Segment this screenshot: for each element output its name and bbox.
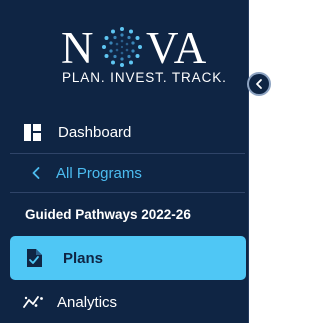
divider [10, 192, 245, 193]
sidebar: N VA PLAN. INVEST. TRACK. Dashboard All … [0, 0, 249, 323]
nova-logo[interactable]: N VA PLAN. INVEST. TRACK. [0, 26, 249, 88]
sidebar-item-label: Plans [63, 249, 104, 267]
logo-letter-n: N [61, 23, 95, 73]
dashboard-icon [24, 123, 41, 141]
all-programs-label: All Programs [56, 164, 142, 182]
sidebar-item-dashboard[interactable]: Dashboard [0, 114, 249, 150]
divider [10, 153, 245, 154]
program-title: Guided Pathways 2022-26 [25, 207, 191, 222]
all-programs-link[interactable]: All Programs [0, 158, 249, 188]
chevron-left-icon [32, 167, 40, 179]
logo-wordmark: N VA [0, 23, 249, 73]
analytics-icon [23, 296, 43, 308]
sidebar-item-plans[interactable]: Plans [10, 236, 246, 280]
logo-dotted-o-icon [102, 27, 142, 67]
document-check-icon [27, 249, 42, 267]
logo-letters-va: VA [146, 23, 208, 73]
sidebar-collapse-button[interactable] [247, 72, 271, 96]
sidebar-item-label: Analytics [57, 293, 118, 311]
sidebar-item-analytics[interactable]: Analytics [0, 289, 249, 315]
chevron-left-icon [256, 79, 262, 89]
sidebar-item-label: Dashboard [58, 123, 132, 141]
logo-tagline: PLAN. INVEST. TRACK. [62, 70, 227, 85]
